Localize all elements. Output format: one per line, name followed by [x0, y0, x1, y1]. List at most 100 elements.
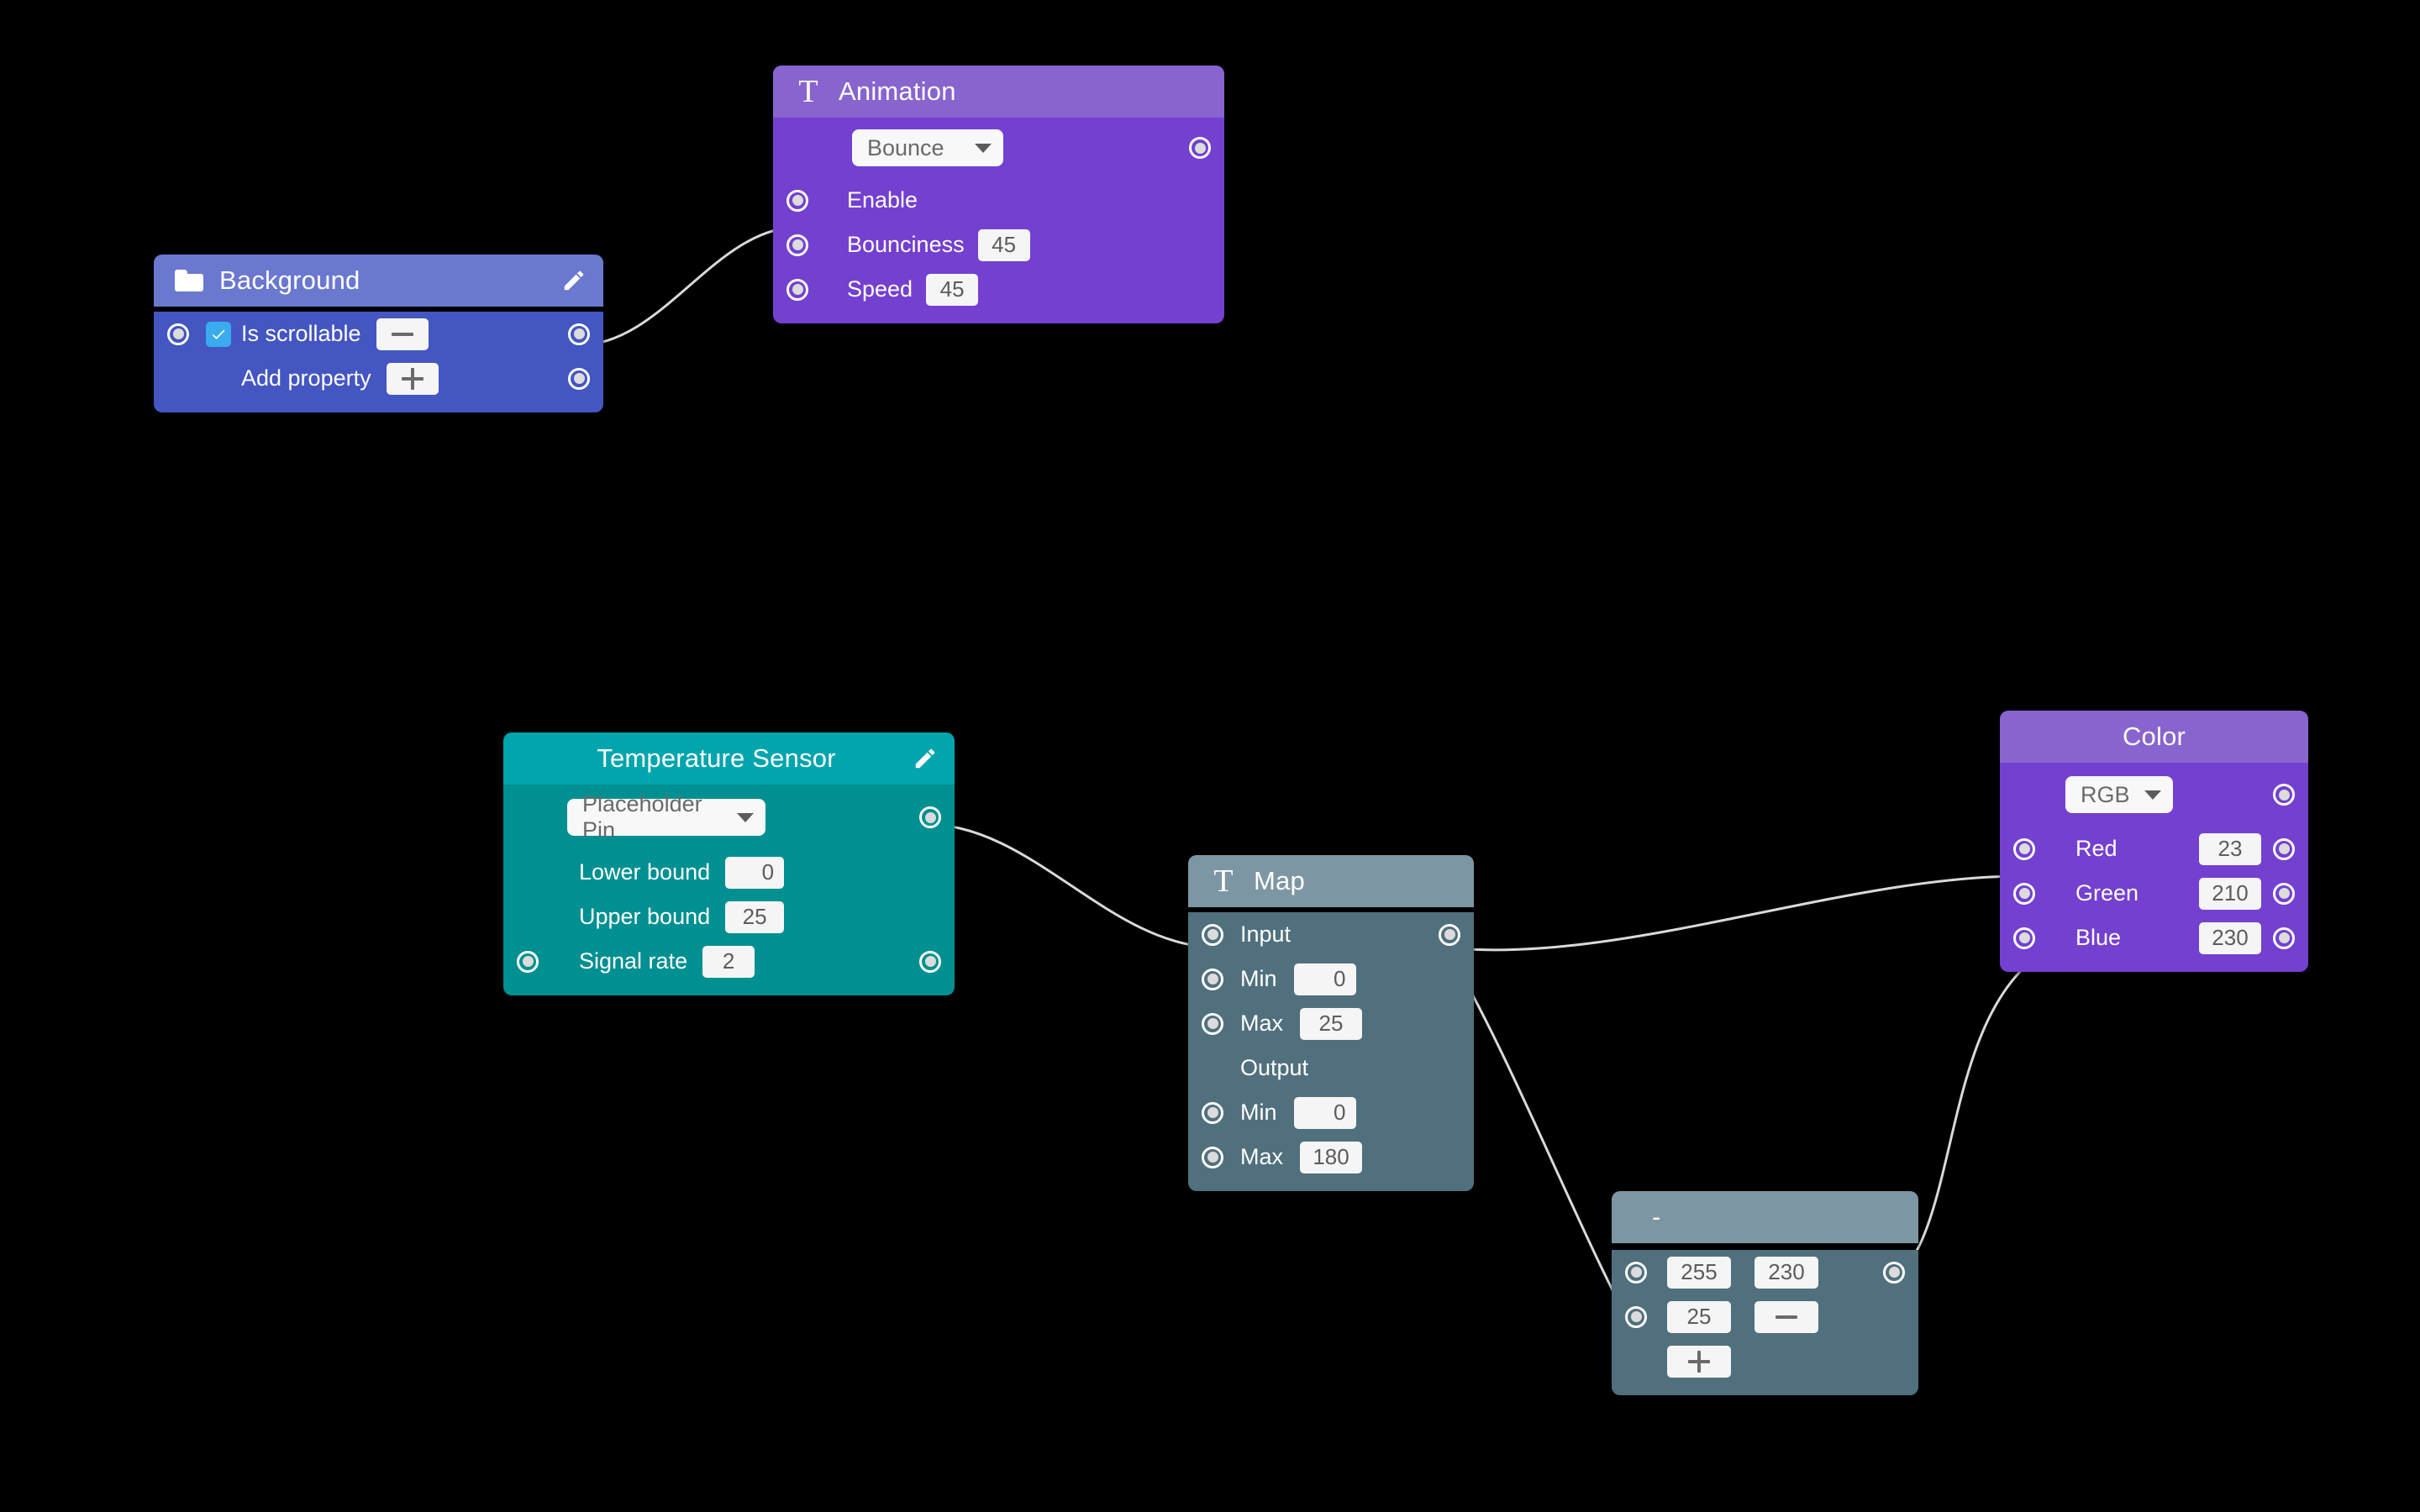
node-map-title: Map	[1254, 866, 1305, 895]
edit-pencil-icon[interactable]	[913, 746, 938, 771]
row-map-input-min[interactable]: Min 0	[1188, 957, 1474, 1001]
node-color-header[interactable]: Color	[2000, 711, 2308, 763]
port-out-add-property[interactable]	[568, 367, 590, 390]
port-out-color-green[interactable]	[2273, 882, 2295, 905]
dropdown-animation-type[interactable]: Bounce	[852, 129, 1003, 166]
input-subtract-a2[interactable]: 25	[1667, 1300, 1731, 1333]
port-out-signal-rate[interactable]	[919, 950, 941, 973]
input-color-green[interactable]: 210	[2199, 877, 2261, 910]
row-map-output-min[interactable]: Min 0	[1188, 1090, 1474, 1135]
input-map-output-min[interactable]: 0	[1293, 1096, 1356, 1129]
port-out-is-scrollable[interactable]	[568, 323, 590, 345]
node-subtract-body: 255 230 25	[1612, 1250, 1918, 1395]
port-out-subtract[interactable]	[1883, 1261, 1905, 1284]
node-temperature-header[interactable]: Temperature Sensor	[503, 732, 955, 785]
node-background-header[interactable]: Background	[154, 255, 603, 307]
node-temperature-body: Placeholder Pin Lower bound 0 Upper boun…	[503, 785, 955, 995]
row-color-blue[interactable]: Blue 230	[2000, 916, 2308, 960]
input-lower-bound[interactable]: 0	[725, 856, 785, 889]
row-color-red[interactable]: Red 23	[2000, 827, 2308, 871]
port-in-signal-rate[interactable]	[517, 950, 539, 973]
plus-button-subtract[interactable]	[1667, 1345, 1731, 1378]
input-upper-bound[interactable]: 25	[725, 900, 785, 933]
row-lower-bound[interactable]: Lower bound 0	[503, 850, 955, 895]
port-in-map-input-max[interactable]	[1202, 1012, 1223, 1035]
node-subtract-header[interactable]: -	[1612, 1191, 1918, 1243]
label-map-output-min: Min	[1240, 1100, 1277, 1125]
chevron-down-icon	[2144, 790, 2161, 800]
port-in-is-scrollable[interactable]	[167, 323, 189, 345]
node-temperature-sensor[interactable]: Temperature Sensor Placeholder Pin Lower…	[503, 732, 955, 995]
label-speed: Speed	[847, 276, 913, 302]
node-background[interactable]: Background Is scrollable Add property	[154, 255, 603, 412]
node-color[interactable]: Color RGB Red 23 Green 210 Blue 230	[2000, 711, 2308, 972]
row-is-scrollable[interactable]: Is scrollable	[154, 312, 603, 356]
node-animation[interactable]: T Animation Bounce Enable Bounciness 45	[773, 66, 1224, 323]
port-in-color-blue[interactable]	[2013, 927, 2035, 949]
edge-background-to-animation	[577, 225, 801, 347]
label-map-output-section: Output	[1240, 1055, 1309, 1080]
port-in-map-input-min[interactable]	[1202, 968, 1223, 990]
row-subtract-add[interactable]	[1612, 1339, 1918, 1383]
row-color-green[interactable]: Green 210	[2000, 871, 2308, 916]
port-in-bounciness[interactable]	[786, 234, 808, 256]
row-map-input-max[interactable]: Max 25	[1188, 1001, 1474, 1046]
label-color-red: Red	[2075, 836, 2118, 861]
port-in-map-output-max[interactable]	[1202, 1146, 1223, 1168]
row-add-property[interactable]: Add property	[154, 356, 603, 401]
port-out-map-input[interactable]	[1439, 923, 1460, 946]
node-temperature-title: Temperature Sensor	[597, 743, 836, 773]
minus-button-is-scrollable[interactable]	[376, 318, 429, 350]
input-signal-rate[interactable]: 2	[702, 945, 755, 978]
row-bounciness[interactable]: Bounciness 45	[773, 223, 1224, 267]
edit-pencil-icon[interactable]	[561, 268, 587, 293]
input-map-input-max[interactable]: 25	[1300, 1007, 1363, 1040]
input-color-blue[interactable]: 230	[2199, 921, 2261, 954]
port-out-color-blue[interactable]	[2273, 927, 2295, 949]
text-t-icon: T	[1213, 864, 1234, 899]
row-animation-dropdown[interactable]: Bounce	[773, 118, 1224, 178]
dropdown-pin[interactable]: Placeholder Pin	[567, 791, 765, 843]
port-in-color-red[interactable]	[2013, 837, 2035, 860]
input-map-input-min[interactable]: 0	[1293, 963, 1356, 995]
node-map-header[interactable]: T Map	[1188, 855, 1474, 907]
row-map-input[interactable]: Input	[1188, 912, 1474, 957]
row-map-output-section: Output	[1188, 1046, 1474, 1090]
port-in-enable[interactable]	[786, 189, 808, 212]
minus-button-subtract-row2[interactable]	[1754, 1300, 1818, 1333]
input-map-output-max[interactable]: 180	[1300, 1141, 1363, 1173]
port-out-animation[interactable]	[1189, 137, 1211, 159]
row-map-output-max[interactable]: Max 180	[1188, 1135, 1474, 1179]
checkbox-is-scrollable[interactable]	[206, 321, 231, 347]
row-signal-rate[interactable]: Signal rate 2	[503, 939, 955, 984]
node-map[interactable]: T Map Input Min 0 Max 25 Output Min 0 Ma…	[1188, 855, 1474, 1191]
port-out-color[interactable]	[2273, 784, 2295, 806]
row-enable[interactable]: Enable	[773, 178, 1224, 223]
input-color-red[interactable]: 23	[2199, 832, 2261, 865]
port-out-color-red[interactable]	[2273, 837, 2295, 860]
node-animation-header[interactable]: T Animation	[773, 66, 1224, 118]
row-subtract-operand-2[interactable]: 25	[1612, 1294, 1918, 1339]
port-in-subtract-b[interactable]	[1625, 1305, 1647, 1328]
node-subtract[interactable]: - 255 230 25	[1612, 1191, 1918, 1395]
label-signal-rate: Signal rate	[579, 948, 688, 974]
port-in-color-green[interactable]	[2013, 882, 2035, 905]
port-in-subtract-a[interactable]	[1625, 1261, 1647, 1284]
row-color-mode[interactable]: RGB	[2000, 763, 2308, 827]
node-graph-canvas[interactable]: Background Is scrollable Add property T …	[0, 0, 2420, 1512]
edge-temperature-to-map	[924, 822, 1219, 949]
row-speed[interactable]: Speed 45	[773, 267, 1224, 312]
port-out-temperature-pin[interactable]	[919, 806, 941, 828]
row-upper-bound[interactable]: Upper bound 25	[503, 895, 955, 939]
port-in-map-input[interactable]	[1202, 923, 1223, 946]
input-speed[interactable]: 45	[926, 273, 979, 306]
row-subtract-operand-1[interactable]: 255 230	[1612, 1250, 1918, 1294]
row-temperature-pin[interactable]: Placeholder Pin	[503, 785, 955, 850]
port-in-speed[interactable]	[786, 278, 808, 301]
plus-button-add-property[interactable]	[386, 362, 439, 395]
dropdown-color-mode[interactable]: RGB	[2065, 776, 2173, 813]
port-in-map-output-min[interactable]	[1202, 1101, 1223, 1124]
input-subtract-b1[interactable]: 230	[1754, 1256, 1818, 1289]
input-bounciness[interactable]: 45	[977, 228, 1030, 261]
input-subtract-a1[interactable]: 255	[1667, 1256, 1731, 1289]
